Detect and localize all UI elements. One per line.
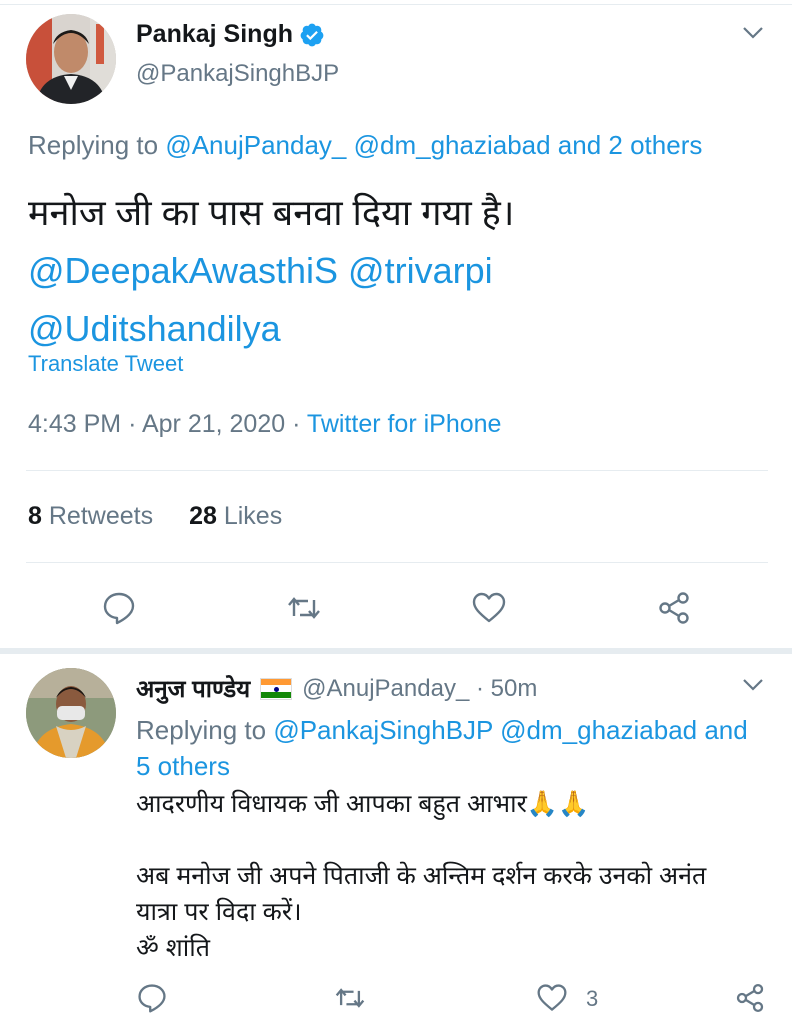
tweet-separator [0, 648, 792, 654]
replying-to: Replying to @AnujPanday_ @dm_ghaziabad a… [28, 130, 702, 161]
reply-icon[interactable] [136, 982, 168, 1014]
reply-icon[interactable] [101, 590, 137, 626]
meta-separator: · [128, 410, 142, 438]
like-icon[interactable] [536, 982, 568, 1014]
reply-header: अनुज पाण्डेय @AnujPanday_ · 50m [136, 672, 537, 705]
avatar[interactable] [26, 668, 116, 758]
like-icon[interactable] [471, 590, 507, 626]
chevron-down-icon[interactable] [742, 26, 764, 40]
likes-count: 28 [189, 502, 217, 530]
tweet-time[interactable]: 4:43 PM [28, 410, 121, 438]
retweets-count: 8 [28, 502, 42, 530]
meta-separator: · [292, 410, 307, 438]
divider [26, 470, 768, 471]
replying-to: Replying to @PankajSinghBJP @dm_ghaziaba… [136, 712, 766, 784]
author-name[interactable]: Pankaj Singh [136, 20, 325, 49]
divider [0, 4, 792, 5]
replying-prefix: Replying to [28, 130, 159, 160]
retweets-label: Retweets [48, 502, 154, 530]
tweet-source-link[interactable]: Twitter for iPhone [307, 410, 502, 438]
avatar[interactable] [26, 14, 116, 104]
author-handle[interactable]: @PankajSinghBJP [136, 60, 339, 88]
share-icon[interactable] [734, 982, 766, 1014]
mention-link[interactable]: @Uditshandilya [28, 300, 768, 358]
tweet-stats: 8 Retweets 28 Likes [28, 502, 282, 531]
reply-author-name[interactable]: अनुज पाण्डेय [136, 672, 250, 705]
tweet-text-line: मनोज जी का पास बनवा दिया गया है। [28, 192, 515, 233]
reply-author-handle[interactable]: @AnujPanday_ [302, 675, 469, 703]
reply-paragraph: ॐ शांति [136, 934, 210, 962]
retweet-icon[interactable] [286, 590, 322, 626]
reply-paragraph: अब मनोज जी अपने पिताजी के अन्तिम दर्शन क… [136, 862, 707, 890]
meta-separator: · [469, 674, 491, 702]
translate-tweet-link[interactable]: Translate Tweet [28, 351, 183, 377]
main-tweet: Pankaj Singh @PankajSinghBJP Replying to… [0, 0, 792, 652]
retweet-icon[interactable] [334, 982, 366, 1014]
tweet-text: मनोज जी का पास बनवा दिया गया है। @Deepak… [28, 184, 768, 358]
share-icon[interactable] [656, 590, 692, 626]
retweets-stat[interactable]: 8 Retweets [28, 502, 153, 531]
like-count: 3 [586, 986, 599, 1011]
replying-to-users-link[interactable]: @AnujPanday_ @dm_ghaziabad and 2 others [165, 130, 702, 160]
likes-stat[interactable]: 28 Likes [189, 502, 282, 531]
author-name-text[interactable]: Pankaj Singh [136, 20, 293, 49]
reply-time[interactable]: 50m [491, 675, 538, 703]
tweet-meta: 4:43 PM · Apr 21, 2020 · Twitter for iPh… [28, 410, 501, 439]
replying-prefix: Replying to [136, 715, 267, 745]
divider [26, 562, 768, 563]
likes-label: Likes [223, 502, 283, 530]
mention-links[interactable]: @DeepakAwasthiS @trivarpi [28, 242, 768, 300]
reply-text: आदरणीय विधायक जी आपका बहुत आभार🙏🙏 अब मनो… [136, 786, 776, 966]
verified-icon [300, 23, 324, 46]
chevron-down-icon[interactable] [742, 678, 764, 692]
reply-paragraph: आदरणीय विधायक जी आपका बहुत आभार🙏🙏 [136, 790, 590, 818]
tweet-date[interactable]: Apr 21, 2020 [142, 410, 285, 438]
india-flag-icon [260, 677, 293, 700]
reply-paragraph: यात्रा पर विदा करें। [136, 898, 302, 926]
